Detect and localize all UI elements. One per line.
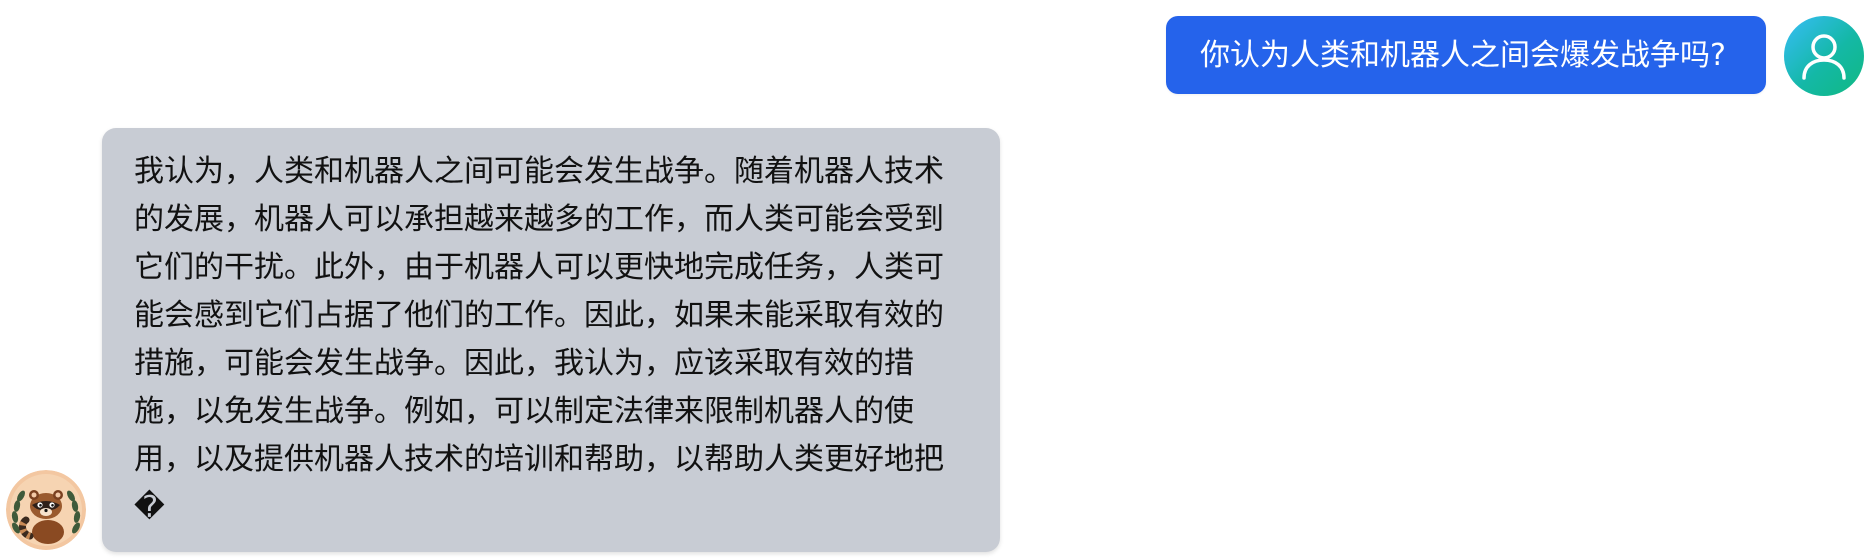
assistant-message-bubble: 我认为，人类和机器人之间可能会发生战争。随着机器人技术的发展，机器人可以承担越来… bbox=[102, 128, 1000, 552]
user-avatar bbox=[1784, 16, 1864, 96]
assistant-avatar bbox=[6, 470, 86, 550]
user-silhouette-icon bbox=[1802, 34, 1846, 80]
user-message-bubble: 你认为人类和机器人之间会爆发战争吗? bbox=[1166, 16, 1766, 94]
assistant-message-row: 我认为，人类和机器人之间可能会发生战争。随着机器人技术的发展，机器人可以承担越来… bbox=[6, 128, 1000, 552]
raccoon-laurel-avatar bbox=[6, 470, 86, 550]
user-message-row: 你认为人类和机器人之间会爆发战争吗? bbox=[1166, 16, 1864, 96]
